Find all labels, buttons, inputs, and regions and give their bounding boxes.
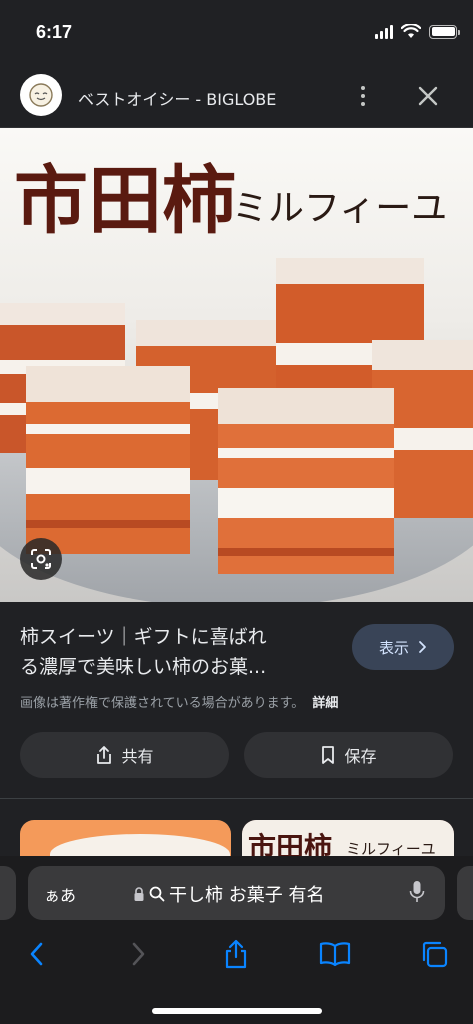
site-mascot-icon [29,83,53,107]
safari-bottom-bar: ぁあ 干し柿 お菓子 有名 [0,856,473,1024]
lens-button[interactable] [20,538,62,580]
bookmarks-button[interactable] [315,934,355,974]
product-photo: 市田柿 ミルフィーユ [0,128,473,602]
related-thumbnail[interactable] [20,820,231,860]
safari-toolbar [0,934,473,974]
copyright-notice: 画像は著作権で保護されている場合があります。 詳細 [20,692,338,711]
result-title-line1: 柿スイーツ｜ギフトに喜ばれ [20,626,267,648]
back-button[interactable] [17,934,57,974]
address-text: 干し柿 お菓子 有名 [133,881,324,907]
book-icon [319,942,351,967]
page-settings-button[interactable]: ぁあ [44,882,76,906]
bookmark-icon [322,746,335,764]
close-icon[interactable] [414,82,442,110]
home-indicator [152,1008,322,1014]
status-icons [375,24,460,39]
address-bar[interactable]: ぁあ 干し柿 お菓子 有名 [28,866,445,920]
related-calligraphy: 市田柿 [248,831,333,860]
product-label: ミルフィーユ [232,188,447,229]
tabs-icon [422,941,448,968]
chevron-right-icon [132,942,145,966]
site-title[interactable]: ベストオイシー - BIGLOBE [78,86,276,110]
result-title[interactable]: 柿スイーツ｜ギフトに喜ばれ る濃厚で美味しい柿のお菓... [20,622,325,682]
cake-piece [218,388,394,574]
save-label: 保存 [344,747,377,766]
site-logo[interactable] [20,74,62,116]
battery-icon [429,24,460,39]
view-button[interactable]: 表示 [352,624,454,670]
share-label: 共有 [121,747,154,766]
search-query: 干し柿 お菓子 有名 [169,885,325,906]
forward-button[interactable] [118,934,158,974]
cake-piece [26,366,190,554]
share-page-button[interactable] [216,934,256,974]
divider [0,798,473,799]
microphone-icon[interactable] [409,880,425,904]
copyright-text: 画像は著作権で保護されている場合があります。 [20,696,305,711]
chevron-right-icon [419,641,426,653]
related-thumbnail[interactable]: 市田柿 ミルフィーユ [242,820,454,860]
tabs-button[interactable] [414,934,454,974]
search-icon [149,886,165,902]
calligraphy-title: 市田柿 [14,158,236,244]
main-result-image[interactable]: 市田柿 ミルフィーユ [0,128,473,602]
previous-tab-peek[interactable] [0,866,16,920]
share-icon [97,746,112,764]
google-lens-icon [31,549,51,569]
next-tab-peek[interactable] [457,866,473,920]
details-link[interactable]: 詳細 [312,696,338,711]
wifi-icon [401,24,421,38]
lock-icon [134,887,144,901]
view-button-label: 表示 [378,638,409,657]
result-header: ベストオイシー - BIGLOBE [0,62,473,128]
chevron-left-icon [30,942,43,966]
share-icon [225,939,247,969]
status-bar: 6:17 [0,0,473,62]
save-button[interactable]: 保存 [244,732,453,778]
more-options-icon[interactable] [352,84,374,108]
share-button[interactable]: 共有 [20,732,229,778]
result-title-line2: る濃厚で美味しい柿のお菓... [20,656,267,678]
cellular-signal-icon [375,24,393,39]
status-time: 6:17 [36,22,73,42]
